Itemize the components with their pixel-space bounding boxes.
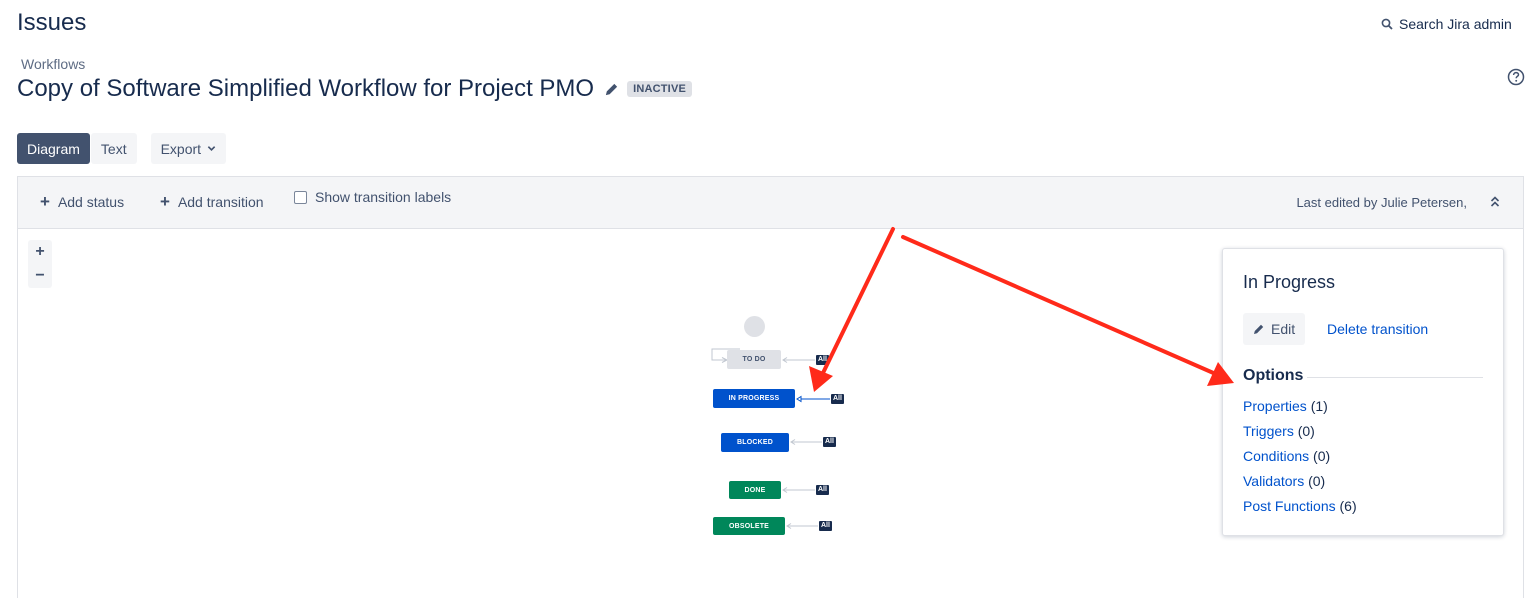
status-node-to-do[interactable]: TO DO <box>727 350 781 369</box>
add-status-button[interactable]: + Add status <box>40 192 125 211</box>
options-heading: Options <box>1243 367 1308 385</box>
chevron-down-icon <box>207 146 216 151</box>
triggers-count: (0) <box>1297 423 1315 439</box>
post-functions-count: (6) <box>1339 498 1357 514</box>
transition-details-panel: In Progress Edit Delete transition Optio… <box>1222 248 1504 536</box>
plus-icon: + <box>40 192 50 211</box>
plus-icon: + <box>160 192 170 211</box>
post-functions-link[interactable]: Post Functions <box>1243 498 1336 514</box>
status-node-done[interactable]: DONE <box>729 481 781 499</box>
breadcrumb-workflows[interactable]: Workflows <box>21 56 85 72</box>
workflow-title-row: Copy of Software Simplified Workflow for… <box>17 75 693 103</box>
status-node-in-progress[interactable]: IN PROGRESS <box>713 389 795 408</box>
tab-text[interactable]: Text <box>90 133 137 164</box>
export-dropdown-button[interactable]: Export <box>150 133 227 164</box>
page-heading: Issues <box>17 9 87 36</box>
status-badge: INACTIVE <box>627 81 693 97</box>
collapse-chevrons-up-icon[interactable] <box>1489 195 1501 209</box>
status-node-blocked[interactable]: BLOCKED <box>721 433 789 452</box>
option-post-functions: Post Functions (6) <box>1243 498 1357 514</box>
properties-link[interactable]: Properties <box>1243 398 1307 414</box>
help-icon[interactable] <box>1507 68 1525 86</box>
show-transition-labels-checkbox[interactable] <box>294 190 307 204</box>
add-transition-label: Add transition <box>177 194 264 210</box>
global-transition-tag-blocked[interactable]: All <box>823 437 836 447</box>
export-label: Export <box>160 140 202 157</box>
properties-count: (1) <box>1310 398 1328 414</box>
zoom-out-button[interactable]: − <box>28 264 52 288</box>
edit-title-pencil-icon[interactable] <box>604 82 619 97</box>
tab-diagram[interactable]: Diagram <box>17 133 90 164</box>
triggers-link[interactable]: Triggers <box>1243 423 1294 439</box>
workflow-title: Copy of Software Simplified Workflow for… <box>17 75 595 102</box>
validators-count: (0) <box>1308 473 1326 489</box>
last-edited-text: Last edited by Julie Petersen, <box>1296 195 1467 210</box>
view-tabs: Diagram Text Export <box>17 133 227 164</box>
add-status-label: Add status <box>57 194 125 210</box>
show-transition-labels-label: Show transition labels <box>315 189 452 205</box>
initial-state-circle <box>744 316 765 337</box>
edit-transition-button[interactable]: Edit <box>1243 313 1306 345</box>
global-transition-tag-to-do[interactable]: All <box>816 355 829 365</box>
option-validators: Validators (0) <box>1243 473 1325 489</box>
status-node-obsolete[interactable]: OBSOLETE <box>713 517 785 535</box>
option-properties: Properties (1) <box>1243 398 1328 414</box>
panel-title: In Progress <box>1243 272 1336 292</box>
search-jira-admin-link[interactable]: Search Jira admin <box>1381 16 1512 32</box>
diagram-toolbar: + Add status + Add transition Show trans… <box>17 176 1524 229</box>
option-conditions: Conditions (0) <box>1243 448 1330 464</box>
search-icon <box>1381 18 1393 30</box>
show-transition-labels-toggle[interactable]: Show transition labels <box>294 189 451 205</box>
option-triggers: Triggers (0) <box>1243 423 1315 439</box>
add-transition-button[interactable]: + Add transition <box>160 192 264 211</box>
search-jira-admin-label: Search Jira admin <box>1399 16 1512 32</box>
validators-link[interactable]: Validators <box>1243 473 1304 489</box>
edit-label: Edit <box>1271 321 1296 337</box>
zoom-in-button[interactable]: + <box>28 240 52 264</box>
global-transition-tag-in-progress[interactable]: All <box>831 394 844 404</box>
delete-transition-link[interactable]: Delete transition <box>1327 321 1428 337</box>
global-transition-tag-done[interactable]: All <box>816 485 829 495</box>
conditions-link[interactable]: Conditions <box>1243 448 1309 464</box>
pencil-icon <box>1254 324 1264 334</box>
global-transition-tag-obsolete[interactable]: All <box>819 521 832 531</box>
conditions-count: (0) <box>1313 448 1331 464</box>
